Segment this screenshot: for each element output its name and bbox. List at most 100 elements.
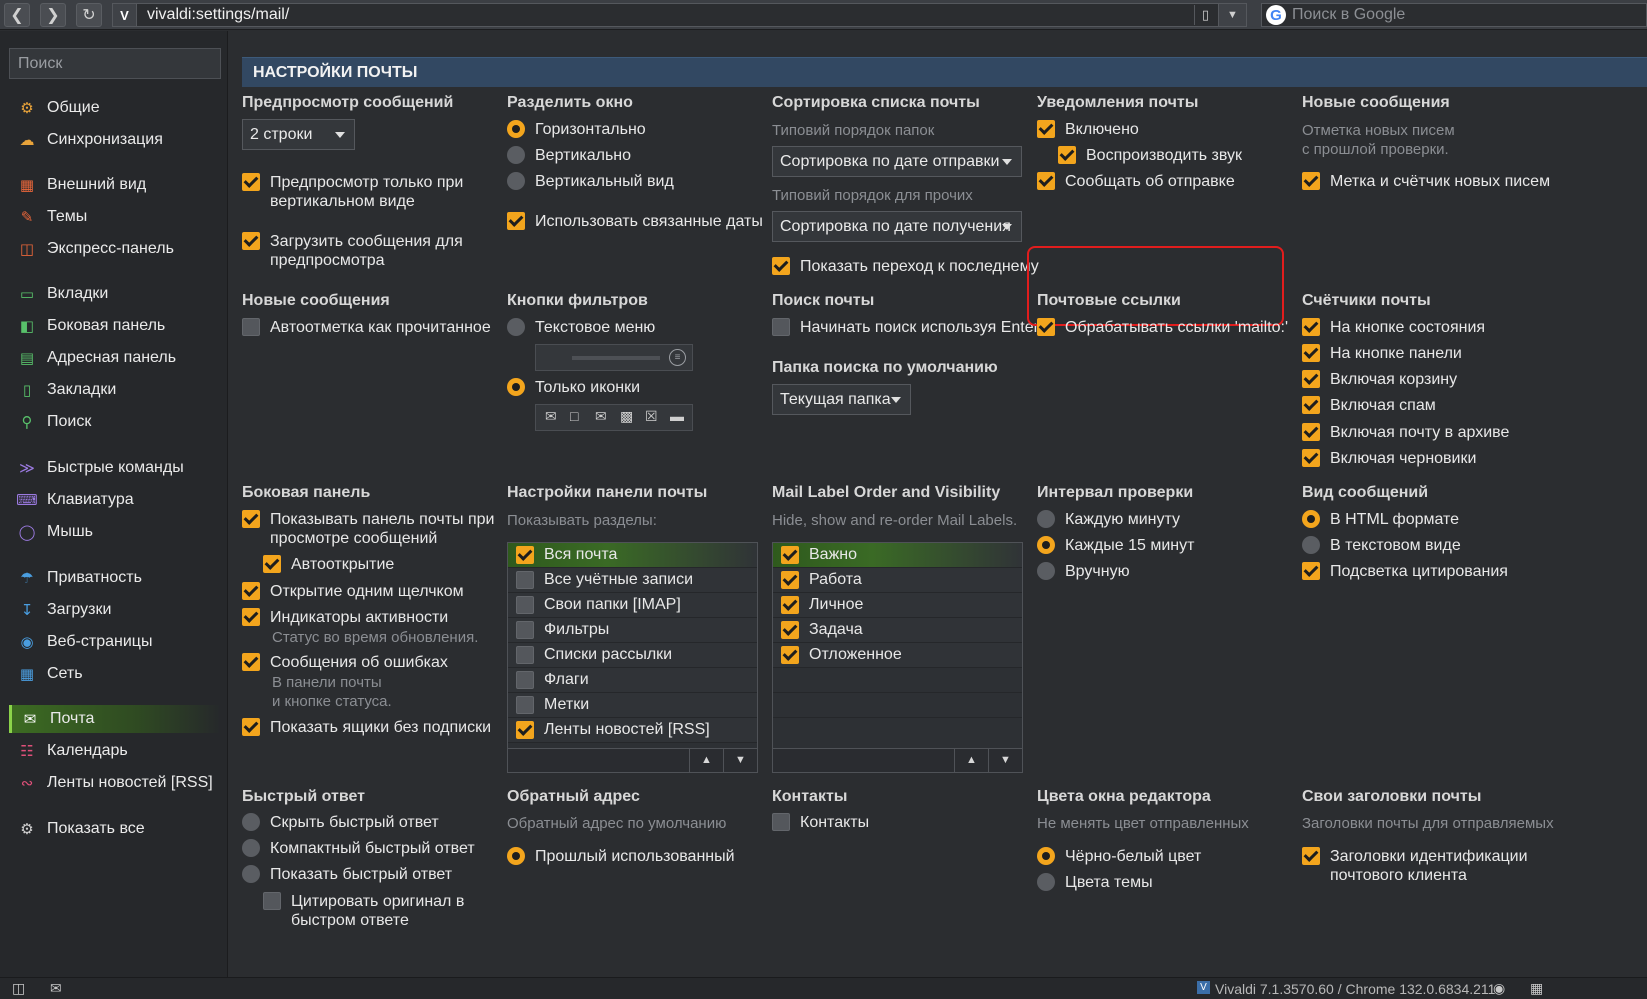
checkbox-checked[interactable] xyxy=(1302,423,1320,441)
radio-selected[interactable] xyxy=(507,120,525,138)
panel-toggle-icon[interactable]: ◫ xyxy=(12,980,25,997)
checkbox-checked[interactable] xyxy=(1058,146,1076,164)
back-button[interactable]: ❮ xyxy=(4,3,30,27)
checkbox-checked[interactable] xyxy=(781,546,799,564)
camera-icon[interactable]: ◉ xyxy=(1493,980,1505,997)
checkbox-unchecked[interactable] xyxy=(516,571,534,589)
radio-unselected[interactable] xyxy=(242,839,260,857)
checkbox-checked[interactable] xyxy=(507,212,525,230)
interval-manual-radio[interactable]: Вручную xyxy=(1037,562,1130,581)
checkbox-checked[interactable] xyxy=(1302,344,1320,362)
list-item[interactable]: Фильтры xyxy=(508,618,757,643)
checkbox-checked[interactable] xyxy=(1037,318,1055,336)
checkbox-checked[interactable] xyxy=(1302,562,1320,580)
show-jump-last-checkbox[interactable]: Показать переход к последнему xyxy=(772,257,1039,276)
sidebar-item-webpages[interactable]: ◉ Веб-страницы xyxy=(9,628,221,656)
list-item[interactable]: Метки xyxy=(508,693,757,718)
sidebar-item-general[interactable]: ⚙ Общие xyxy=(9,94,221,122)
checkbox-unchecked[interactable] xyxy=(242,318,260,336)
preview-vertical-checkbox[interactable]: Предпросмотр только при вертикальном виде xyxy=(242,173,463,211)
new-mail-counter-checkbox[interactable]: Метка и счётчик новых писем xyxy=(1302,172,1550,191)
checkbox-checked[interactable] xyxy=(242,232,260,250)
checkbox-checked[interactable] xyxy=(1037,172,1055,190)
search-enter-checkbox[interactable]: Начинать поиск используя Enter xyxy=(772,318,1039,337)
sidebar-item-tabs[interactable]: ▭ Вкладки xyxy=(9,280,221,308)
counter-trash-checkbox[interactable]: Включая корзину xyxy=(1302,370,1457,389)
sidebar-item-downloads[interactable]: ↧ Загрузки xyxy=(9,596,221,624)
interval-15min-radio[interactable]: Каждые 15 минут xyxy=(1037,536,1194,555)
checkbox-checked[interactable] xyxy=(781,596,799,614)
radio-selected[interactable] xyxy=(507,847,525,865)
list-item[interactable]: Задача xyxy=(773,618,1022,643)
sidebar-item-mouse[interactable]: ◯ Мышь xyxy=(9,518,221,546)
list-item[interactable]: Флаги xyxy=(508,668,757,693)
search-placeholder[interactable]: Поиск в Google xyxy=(1292,6,1405,24)
search-field[interactable]: G Поиск в Google xyxy=(1261,3,1647,27)
reload-button[interactable]: ↻ xyxy=(76,3,102,27)
move-down-button[interactable]: ▼ xyxy=(723,748,757,772)
list-item[interactable]: Личное xyxy=(773,593,1022,618)
checkbox-checked[interactable] xyxy=(781,571,799,589)
quick-reply-hide-radio[interactable]: Скрыть быстрый ответ xyxy=(242,813,439,832)
checkbox-checked[interactable] xyxy=(772,257,790,275)
activity-indicators-checkbox[interactable]: Индикаторы активности xyxy=(242,608,448,627)
sidebar-item-speed-dial[interactable]: ◫ Экспресс-панель xyxy=(9,235,221,263)
checkbox-checked[interactable] xyxy=(242,653,260,671)
checkbox-checked[interactable] xyxy=(781,621,799,639)
checkbox-unchecked[interactable] xyxy=(516,621,534,639)
sidebar-item-quick-commands[interactable]: ≫ Быстрые команды xyxy=(9,454,221,482)
auto-open-checkbox[interactable]: Автооткрытие xyxy=(263,555,394,574)
split-horizontal-radio[interactable]: Горизонтально xyxy=(507,120,646,139)
sidebar-item-calendar[interactable]: ☷ Календарь xyxy=(9,737,221,765)
sidebar-item-panel[interactable]: ◧ Боковая панель xyxy=(9,312,221,340)
auto-mark-read-checkbox[interactable]: Автоотметка как прочитанное xyxy=(242,318,491,337)
counter-spam-checkbox[interactable]: Включая спам xyxy=(1302,396,1436,415)
counter-drafts-checkbox[interactable]: Включая черновики xyxy=(1302,449,1476,468)
radio-unselected[interactable] xyxy=(1037,510,1055,528)
notify-send-checkbox[interactable]: Сообщать об отправке xyxy=(1037,172,1235,191)
checkbox-unchecked[interactable] xyxy=(772,318,790,336)
sort-other-select[interactable]: Сортировка по дате получения xyxy=(772,211,1022,242)
sidebar-item-bookmarks[interactable]: ▯ Закладки xyxy=(9,376,221,404)
quick-reply-compact-radio[interactable]: Компактный быстрый ответ xyxy=(242,839,475,858)
view-text-radio[interactable]: В текстовом виде xyxy=(1302,536,1461,555)
checkbox-checked[interactable] xyxy=(263,555,281,573)
checkbox-unchecked[interactable] xyxy=(516,596,534,614)
list-item[interactable]: Свои папки [IMAP] xyxy=(508,593,757,618)
radio-selected[interactable] xyxy=(1037,847,1055,865)
sidebar-item-themes[interactable]: ✎ Темы xyxy=(9,203,221,231)
checkbox-unchecked[interactable] xyxy=(516,696,534,714)
checkbox-unchecked[interactable] xyxy=(516,671,534,689)
sidebar-item-privacy[interactable]: ☂ Приватность xyxy=(9,564,221,592)
quote-original-checkbox[interactable]: Цитировать оригинал в быстром ответе xyxy=(263,892,464,930)
list-item[interactable]: Ленты новостей [RSS] xyxy=(508,718,757,743)
checkbox-unchecked[interactable] xyxy=(516,646,534,664)
move-up-button[interactable]: ▲ xyxy=(954,748,988,772)
counter-status-checkbox[interactable]: На кнопке состояния xyxy=(1302,318,1485,337)
radio-selected[interactable] xyxy=(507,378,525,396)
filter-icons-only-radio[interactable]: Только иконки xyxy=(507,378,640,397)
bookmark-icon[interactable]: ▯ xyxy=(1194,5,1216,25)
contacts-checkbox[interactable]: Контакты xyxy=(772,813,869,832)
checkbox-checked[interactable] xyxy=(516,721,534,739)
split-vertical-radio[interactable]: Вертикально xyxy=(507,146,631,165)
url-text[interactable]: vivaldi:settings/mail/ xyxy=(137,6,289,24)
list-item[interactable]: Важно xyxy=(773,543,1022,568)
checkbox-checked[interactable] xyxy=(1302,449,1320,467)
settings-search-input[interactable]: Поиск xyxy=(9,48,221,79)
checkbox-checked[interactable] xyxy=(1037,120,1055,138)
sidebar-item-show-all[interactable]: ⚙ Показать все xyxy=(9,815,221,843)
sidebar-item-rss[interactable]: ∾ Ленты новостей [RSS] xyxy=(9,769,221,797)
reply-last-used-radio[interactable]: Прошлый использованный xyxy=(507,847,735,866)
checkbox-checked[interactable] xyxy=(1302,847,1320,865)
split-vertical-view-radio[interactable]: Вертикальный вид xyxy=(507,172,674,191)
checkbox-checked[interactable] xyxy=(1302,396,1320,414)
interval-minute-radio[interactable]: Каждую минуту xyxy=(1037,510,1180,529)
radio-unselected[interactable] xyxy=(242,813,260,831)
radio-unselected[interactable] xyxy=(507,318,525,336)
checkbox-checked[interactable] xyxy=(242,608,260,626)
linked-dates-checkbox[interactable]: Использовать связанные даты xyxy=(507,212,763,231)
radio-unselected[interactable] xyxy=(507,172,525,190)
radio-selected[interactable] xyxy=(1302,510,1320,528)
move-down-button[interactable]: ▼ xyxy=(988,748,1022,772)
